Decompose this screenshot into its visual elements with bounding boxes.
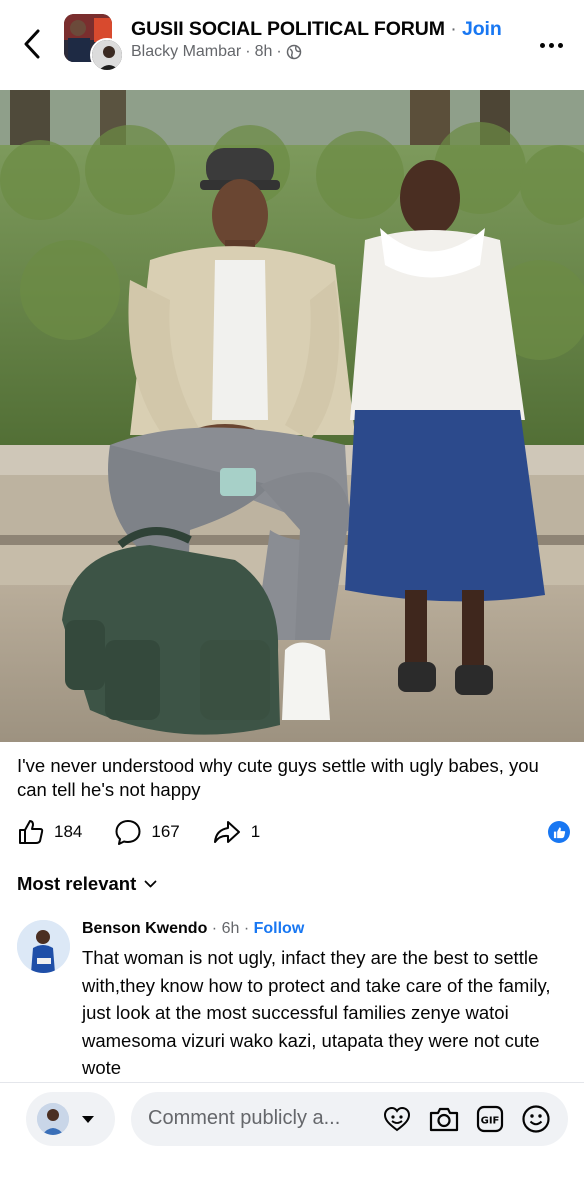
chevron-down-icon xyxy=(144,880,157,887)
comment-header: Benson Kwendo · 6h · Follow xyxy=(82,920,304,938)
share-button[interactable]: 1 xyxy=(212,818,260,846)
post-time[interactable]: 8h xyxy=(255,43,273,61)
dot-icon xyxy=(539,42,545,48)
group-name[interactable]: GUSII SOCIAL POLITICAL FORUM xyxy=(131,18,445,40)
share-arrow-icon xyxy=(213,821,240,843)
comment-count: 167 xyxy=(151,822,180,841)
comment-time[interactable]: 6h xyxy=(222,920,240,937)
emoji-button[interactable] xyxy=(520,1103,552,1135)
caret-down-icon xyxy=(82,1115,94,1123)
comment-placeholder: Comment publicly a... xyxy=(148,1107,341,1129)
author-avatar[interactable] xyxy=(90,38,124,72)
follow-button[interactable]: Follow xyxy=(254,920,305,937)
globe-icon xyxy=(286,44,301,60)
avatar-sticker-button[interactable] xyxy=(381,1103,413,1135)
like-reaction-badge[interactable] xyxy=(548,821,570,843)
like-count: 184 xyxy=(54,822,83,841)
comment-button[interactable]: 167 xyxy=(114,818,180,846)
back-button[interactable] xyxy=(20,28,44,60)
camera-button[interactable] xyxy=(428,1103,460,1135)
join-button[interactable]: Join xyxy=(462,18,502,40)
post-header: GUSII SOCIAL POLITICAL FORUM · Join Blac… xyxy=(0,0,584,90)
smiley-icon xyxy=(522,1105,550,1133)
group-title-line: GUSII SOCIAL POLITICAL FORUM · Join xyxy=(131,18,502,41)
separator: · xyxy=(276,43,282,60)
post-meta: Blacky Mambar · 8h · xyxy=(131,43,302,61)
svg-text:GIF: GIF xyxy=(481,1116,500,1127)
author-name[interactable]: Blacky Mambar xyxy=(131,43,241,61)
commenter-avatar[interactable] xyxy=(17,920,70,973)
more-options-button[interactable] xyxy=(536,40,566,50)
separator: · xyxy=(450,18,457,40)
dot-icon xyxy=(557,42,563,48)
dot-icon xyxy=(548,42,554,48)
avatar-sticker-icon xyxy=(383,1106,411,1132)
camera-icon xyxy=(429,1107,459,1132)
comment-sort-dropdown[interactable]: Most relevant xyxy=(17,873,157,895)
chevron-left-icon xyxy=(24,29,40,59)
gif-button[interactable]: GIF xyxy=(474,1103,506,1135)
gif-icon: GIF xyxy=(476,1105,504,1133)
comment-bubble-icon xyxy=(115,820,141,845)
separator: · xyxy=(245,43,251,60)
thumbs-up-icon xyxy=(19,820,44,844)
separator: · xyxy=(243,920,250,937)
avatar-stack[interactable] xyxy=(64,14,126,72)
self-avatar xyxy=(37,1103,69,1135)
thumbs-up-icon xyxy=(553,826,565,838)
reaction-bar: 184 167 1 xyxy=(17,816,572,848)
post-photo[interactable] xyxy=(0,90,584,742)
comment-text: That woman is not ugly, infact they are … xyxy=(82,947,551,1078)
sort-label: Most relevant xyxy=(17,873,137,894)
comment-composer-bar: Comment publicly a... GIF xyxy=(0,1082,584,1200)
separator: · xyxy=(211,920,218,937)
like-button[interactable]: 184 xyxy=(17,818,82,846)
comment-input[interactable]: Comment publicly a... GIF xyxy=(131,1092,568,1146)
commenter-name[interactable]: Benson Kwendo xyxy=(82,920,207,937)
identity-switcher-button[interactable] xyxy=(26,1092,115,1146)
share-count: 1 xyxy=(250,822,261,841)
post-caption: I've never understood why cute guys sett… xyxy=(17,755,539,800)
